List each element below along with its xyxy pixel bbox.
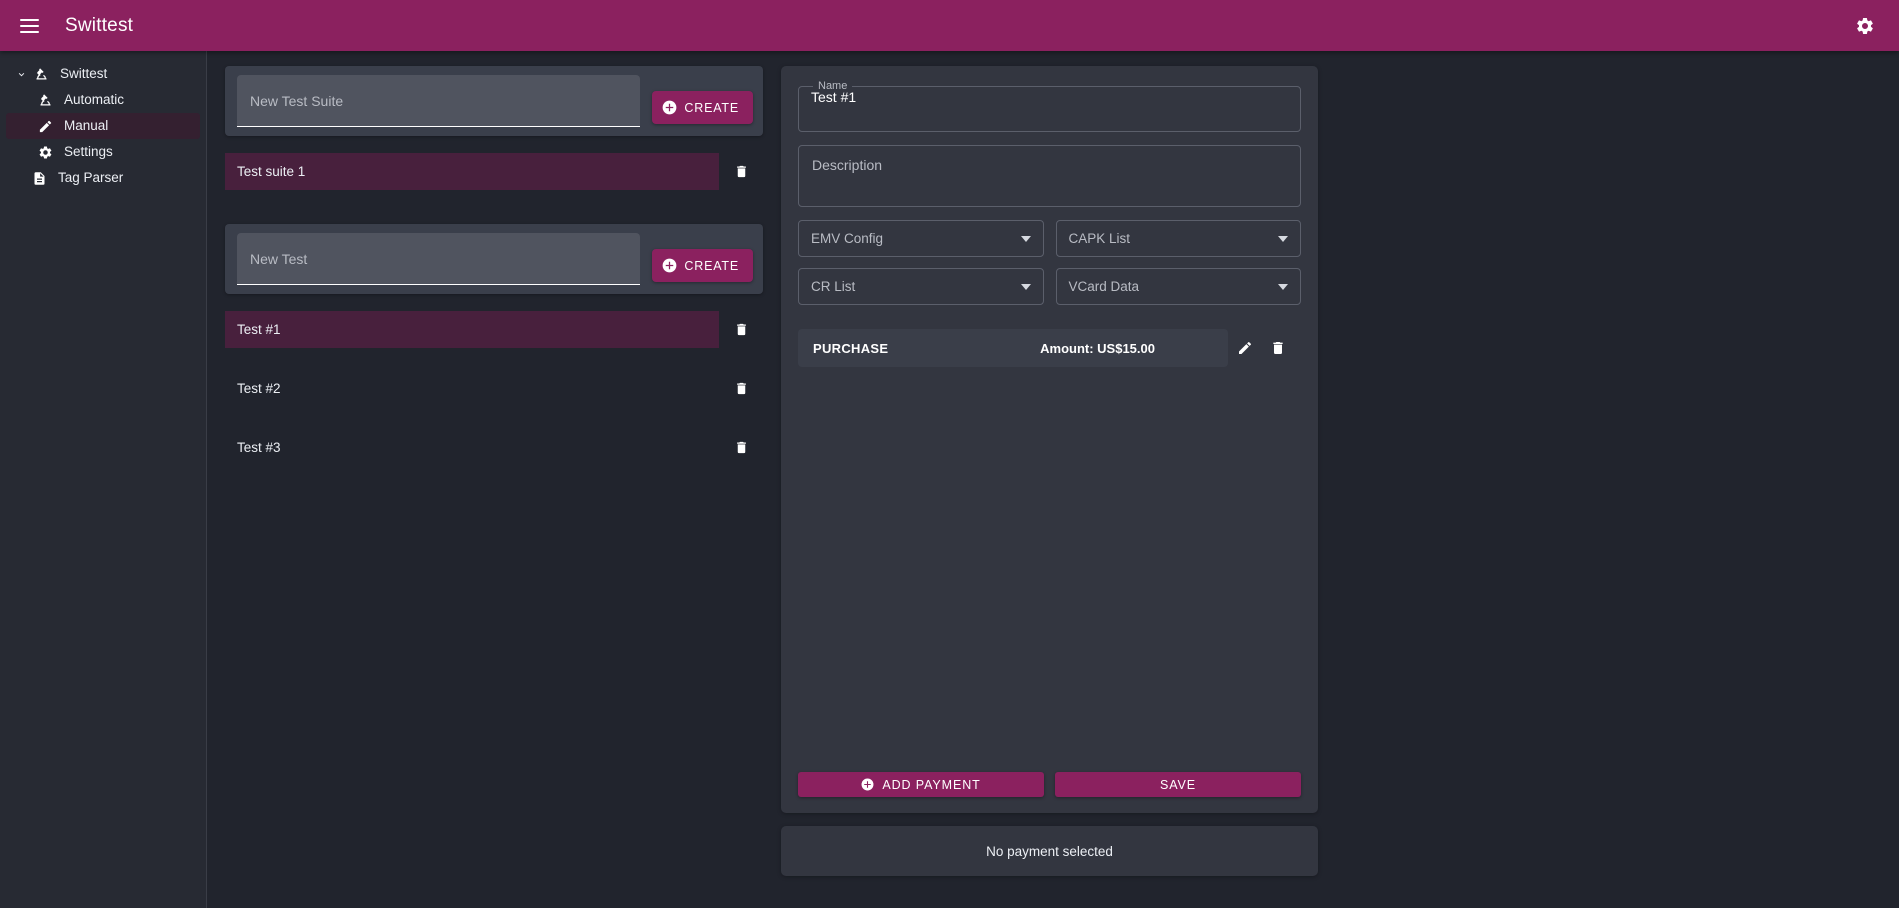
payment-status-bar: No payment selected (781, 826, 1318, 876)
chevron-down-icon[interactable] (14, 67, 28, 81)
create-test-button-label: CREATE (684, 258, 739, 273)
new-test-input-placeholder: New Test (250, 250, 308, 267)
test-name-field[interactable]: Name Test #1 (798, 80, 1301, 132)
new-test-input[interactable]: New Test (237, 233, 641, 285)
chevron-down-icon (1278, 283, 1288, 290)
trash-icon (736, 323, 746, 336)
vcard-data-select[interactable]: VCard Data (1055, 268, 1301, 305)
sidebar-item-label: Tag Parser (58, 170, 124, 186)
document-icon (30, 169, 49, 188)
microscope-icon (36, 91, 55, 110)
delete-suite-button[interactable] (719, 153, 763, 190)
save-button-label: SAVE (1159, 777, 1197, 792)
payment-amount: Amount: US$15.00 (1040, 340, 1155, 356)
new-suite-input[interactable]: New Test Suite (237, 75, 641, 127)
edit-payment-button[interactable] (1228, 329, 1261, 367)
test-detail-card: Name Test #1 Description EMV Config CAPK… (781, 66, 1318, 813)
payment-status-message: No payment selected (986, 843, 1113, 859)
create-suite-button-label: CREATE (684, 100, 739, 115)
sidebar-item-swittest[interactable]: Swittest (6, 61, 200, 87)
emv-config-select[interactable]: EMV Config (798, 220, 1044, 257)
suites-and-tests-column: New Test Suite CREATE Test suite 1 New T… (225, 66, 763, 466)
sidebar-nav: Swittest Automatic Manual Settings Tag P… (0, 51, 207, 908)
sidebar-item-manual[interactable]: Manual (6, 113, 200, 139)
delete-test-button[interactable] (719, 311, 763, 348)
chevron-down-icon (1020, 235, 1031, 242)
sidebar-item-tag-parser[interactable]: Tag Parser (6, 165, 200, 191)
create-suite-button[interactable]: CREATE (652, 91, 753, 124)
select-row-2: CR List VCard Data (798, 268, 1301, 305)
pencil-icon (36, 117, 55, 136)
sidebar-item-label: Manual (64, 118, 109, 134)
suite-name: Test suite 1 (225, 153, 719, 190)
suites-list: Test suite 1 (225, 153, 763, 190)
detail-footer-buttons: ADD PAYMENT SAVE (798, 772, 1301, 797)
test-list-item[interactable]: Test #2 (225, 370, 763, 407)
test-list-item[interactable]: Test #1 (225, 311, 763, 348)
hamburger-bar (19, 30, 39, 33)
new-suite-input-placeholder: New Test Suite (250, 92, 344, 109)
create-test-card: New Test CREATE (225, 224, 763, 294)
column-spacer (225, 190, 763, 224)
add-payment-button-label: ADD PAYMENT (882, 777, 981, 792)
test-name-field-value: Test #1 (811, 89, 857, 105)
test-name: Test #1 (225, 311, 719, 348)
test-detail-column: Name Test #1 Description EMV Config CAPK… (781, 66, 1318, 876)
plus-circle-icon (663, 258, 677, 273)
sidebar-item-label: Automatic (64, 92, 125, 108)
delete-test-button[interactable] (719, 370, 763, 407)
cr-list-select-label: CR List (811, 279, 856, 294)
sidebar-item-label: Swittest (60, 66, 108, 82)
test-name: Test #2 (237, 381, 281, 396)
payment-item[interactable]: PURCHASE Amount: US$15.00 (798, 329, 1228, 367)
chevron-down-icon (1278, 235, 1288, 242)
microscope-icon (32, 65, 51, 84)
add-payment-button[interactable]: ADD PAYMENT (798, 772, 1044, 797)
plus-circle-icon (861, 778, 874, 791)
create-test-button[interactable]: CREATE (652, 249, 753, 282)
capk-list-select-label: CAPK List (1068, 231, 1131, 246)
test-name: Test #3 (237, 440, 281, 455)
gear-icon-glyph (1857, 17, 1873, 34)
tests-list: Test #1 Test #2 Test #3 (225, 311, 763, 466)
test-list-item[interactable]: Test #3 (225, 429, 763, 466)
main-content: New Test Suite CREATE Test suite 1 New T… (207, 51, 1899, 908)
gear-icon[interactable] (1845, 6, 1885, 46)
chevron-down-icon (1020, 283, 1031, 290)
payments-list: PURCHASE Amount: US$15.00 (798, 329, 1301, 772)
emv-config-select-label: EMV Config (811, 231, 884, 246)
sidebar-item-settings[interactable]: Settings (6, 139, 200, 165)
hamburger-bar (19, 18, 39, 21)
select-row-1: EMV Config CAPK List (798, 220, 1301, 257)
test-description-field[interactable]: Description (798, 145, 1301, 207)
trash-icon (736, 382, 746, 395)
pencil-icon (1238, 341, 1251, 354)
test-description-placeholder: Description (812, 157, 883, 173)
hamburger-menu-icon[interactable] (12, 9, 46, 43)
sidebar-item-automatic[interactable]: Automatic (6, 87, 200, 113)
gear-icon (36, 143, 55, 162)
trash-icon (736, 441, 746, 454)
plus-circle-icon (663, 100, 677, 115)
create-suite-card: New Test Suite CREATE (225, 66, 763, 136)
delete-payment-button[interactable] (1261, 329, 1294, 367)
suite-list-item[interactable]: Test suite 1 (225, 153, 763, 190)
sidebar-item-label: Settings (64, 144, 113, 160)
app-title: Swittest (65, 14, 134, 36)
trash-icon (1272, 342, 1283, 354)
vcard-data-select-label: VCard Data (1068, 279, 1140, 294)
delete-test-button[interactable] (719, 429, 763, 466)
top-app-bar: Swittest (0, 0, 1899, 51)
payment-type: PURCHASE (813, 340, 889, 356)
save-button[interactable]: SAVE (1055, 772, 1301, 797)
hamburger-bar (19, 24, 39, 27)
trash-icon (736, 165, 746, 178)
capk-list-select[interactable]: CAPK List (1055, 220, 1301, 257)
cr-list-select[interactable]: CR List (798, 268, 1044, 305)
payment-row: PURCHASE Amount: US$15.00 (798, 329, 1301, 367)
